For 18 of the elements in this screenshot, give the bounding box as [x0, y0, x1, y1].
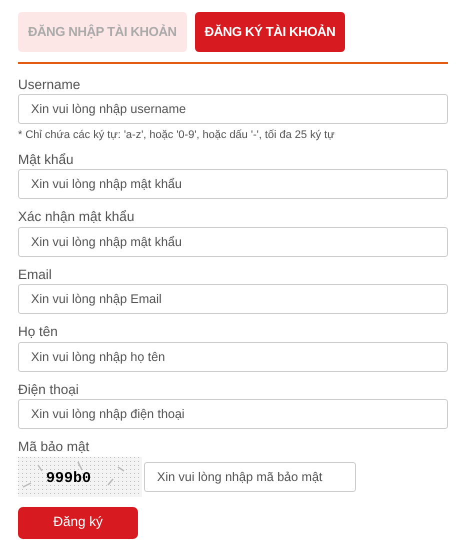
field-label: Họ tên	[18, 324, 58, 340]
field-label: Email	[18, 266, 52, 282]
hint-text: * Chỉ chứa các ký tự: 'a-z', hoặc '0-9', hoặc dấu '-', tối đa 25 ký tự	[18, 128, 335, 143]
input-field[interactable]: Xin vui lòng nhập Email	[18, 284, 448, 314]
input-field[interactable]: Xin vui lòng nhập họ tên	[18, 342, 448, 372]
field-label: Mã bảo mật	[18, 439, 90, 455]
field-label: Điện thoại	[18, 382, 79, 398]
input-field[interactable]: Xin vui lòng nhập mật khẩu	[18, 169, 448, 199]
captcha-code: 999b0	[46, 468, 92, 488]
input-field[interactable]: Xin vui lòng nhập mật khẩu	[18, 226, 448, 256]
input-field[interactable]: Xin vui lòng nhập username	[18, 94, 448, 124]
field-label: Xác nhận mật khẩu	[18, 209, 134, 225]
field-label: Username	[18, 76, 80, 92]
tab[interactable]: ĐĂNG KÝ TÀI KHOẢN	[194, 12, 346, 52]
input-field[interactable]: Xin vui lòng nhập điện thoại	[18, 399, 448, 429]
captcha-field[interactable]: Xin vui lòng nhập mã bảo mật	[144, 462, 356, 492]
register-button[interactable]: Đăng ký	[18, 506, 138, 538]
field-label: Mật khẩu	[18, 152, 74, 168]
